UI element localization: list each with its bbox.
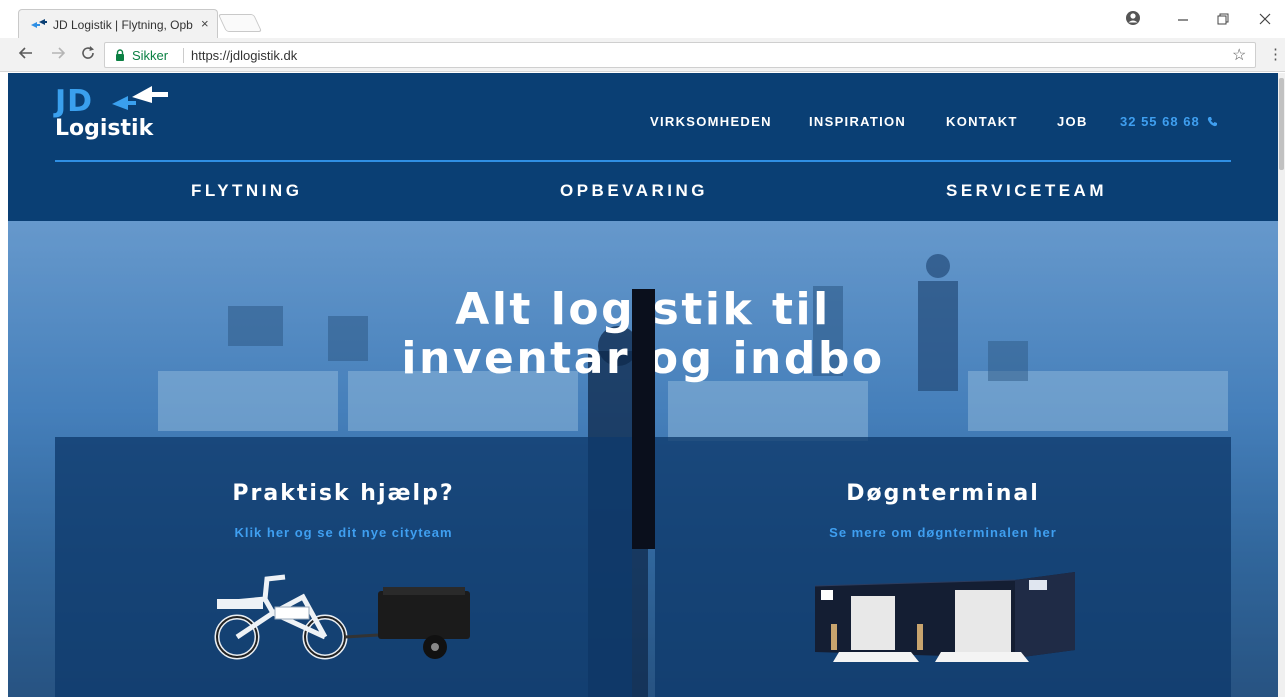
omnibox[interactable]: Sikker https://jdlogistik.dk bbox=[104, 42, 1256, 68]
card-title: Døgnterminal bbox=[846, 481, 1040, 506]
nav-inspiration[interactable]: INSPIRATION bbox=[809, 114, 906, 129]
forward-arrow-icon[interactable] bbox=[50, 45, 66, 61]
nav-job[interactable]: JOB bbox=[1057, 114, 1088, 129]
card-link-cityteam[interactable]: Klik her og se dit nye cityteam bbox=[55, 525, 632, 540]
phone-icon bbox=[1208, 117, 1218, 127]
phone-number: 32 55 68 68 bbox=[1120, 114, 1200, 129]
address-bar-row: Sikker https://jdlogistik.dk ☆ ⋮ bbox=[0, 38, 1285, 72]
minimize-icon[interactable] bbox=[1176, 12, 1190, 26]
back-arrow-icon[interactable] bbox=[18, 45, 34, 61]
nav-virksomheden[interactable]: VIRKSOMHEDEN bbox=[650, 114, 772, 129]
nav-serviceteam[interactable]: SERVICETEAM bbox=[946, 181, 1107, 201]
jd-favicon-icon bbox=[31, 19, 47, 28]
tab-title: JD Logistik | Flytning, Opbevaring bbox=[53, 18, 193, 32]
url-text[interactable]: https://jdlogistik.dk bbox=[191, 48, 297, 63]
browser-tab-bar: JD Logistik | Flytning, Opbevaring × bbox=[0, 0, 1285, 38]
site-header: JD Logistik VIRKSOMHEDEN INSPIRATION KON… bbox=[8, 73, 1278, 221]
site-logo[interactable]: JD Logistik bbox=[55, 84, 185, 146]
close-window-icon[interactable] bbox=[1258, 12, 1272, 26]
nav-kontakt[interactable]: KONTAKT bbox=[946, 114, 1018, 129]
secure-label[interactable]: Sikker bbox=[132, 48, 168, 63]
profile-icon[interactable] bbox=[1125, 10, 1141, 26]
card-doegnterminal[interactable]: Døgnterminal Se mere om døgnterminalen h… bbox=[655, 437, 1231, 697]
browser-tab[interactable]: JD Logistik | Flytning, Opbevaring × bbox=[18, 9, 218, 38]
nav-opbevaring[interactable]: OPBEVARING bbox=[560, 181, 708, 201]
scrollbar-thumb[interactable] bbox=[1279, 78, 1284, 170]
card-gap bbox=[632, 289, 655, 549]
star-icon[interactable]: ☆ bbox=[1232, 45, 1246, 65]
card-link-doegnterminal[interactable]: Se mere om døgnterminalen her bbox=[655, 525, 1231, 540]
card-praktisk-hjaelp[interactable]: Praktisk hjælp? Klik her og se dit nye c… bbox=[55, 437, 632, 697]
tab-close-icon[interactable]: × bbox=[201, 16, 209, 31]
card-title: Praktisk hjælp? bbox=[232, 481, 455, 506]
nav-flytning[interactable]: FLYTNING bbox=[191, 181, 302, 201]
logo-arrows-icon bbox=[112, 86, 168, 110]
logo-jd-text: JD bbox=[55, 84, 94, 119]
storage-container-image bbox=[815, 572, 1075, 662]
header-divider bbox=[55, 160, 1231, 162]
lock-icon[interactable] bbox=[115, 49, 125, 61]
cargo-bike-image bbox=[214, 574, 470, 660]
web-page: JD Logistik VIRKSOMHEDEN INSPIRATION KON… bbox=[8, 73, 1278, 697]
reload-icon[interactable] bbox=[80, 45, 96, 61]
new-tab-button[interactable] bbox=[217, 14, 263, 32]
kebab-menu-icon[interactable]: ⋮ bbox=[1268, 45, 1283, 63]
restore-icon[interactable] bbox=[1216, 12, 1230, 26]
logo-name-text: Logistik bbox=[55, 116, 154, 141]
phone-link[interactable]: 32 55 68 68 bbox=[1120, 114, 1218, 129]
omnibox-divider bbox=[183, 48, 184, 63]
